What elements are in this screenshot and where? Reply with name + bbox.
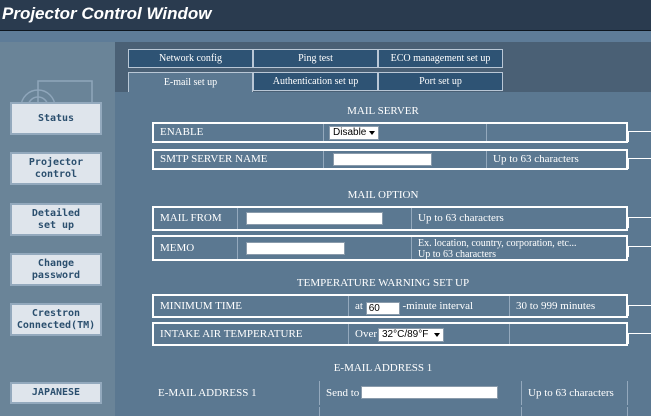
connector-line	[628, 246, 651, 257]
smtp-label: SMTP SERVER NAME	[154, 151, 324, 168]
email-address-1-note: Up to 63 characters	[522, 381, 628, 405]
intake-air-empty-cell	[510, 324, 626, 344]
memo-note: Ex. location, country, corporation, etc.…	[412, 237, 626, 260]
at-text: at	[355, 300, 363, 312]
enable-select[interactable]: Disable	[329, 126, 379, 140]
minimum-time-row: MINIMUM TIME at 60 -minute interval 30 t…	[152, 294, 628, 318]
mail-from-input[interactable]	[246, 212, 383, 225]
tab-ping-test[interactable]: Ping test	[253, 49, 378, 68]
memo-note-line-1: Ex. location, country, corporation, etc.…	[418, 238, 577, 249]
smtp-server-input[interactable]	[333, 153, 432, 166]
tab-authentication-setup[interactable]: Authentication set up	[253, 72, 378, 91]
intake-air-row: INTAKE AIR TEMPERATURE Over 32°C/89°F	[152, 322, 628, 346]
over-text: Over	[355, 328, 377, 340]
email-address-heading: E-MAIL ADDRESS 1	[333, 362, 433, 374]
row-cell	[522, 407, 628, 416]
enable-cell: Disable	[324, 124, 487, 141]
mail-from-input-cell	[238, 208, 412, 229]
email-address-1-label: E-MAIL ADDRESS 1	[152, 381, 320, 405]
mail-server-heading: MAIL SERVER	[347, 105, 419, 117]
connector-line	[628, 131, 651, 142]
tab-port-setup[interactable]: Port set up	[378, 72, 503, 91]
mail-from-label: MAIL FROM	[154, 208, 238, 229]
email-address-1-row: E-MAIL ADDRESS 1 Send to Up to 63 charac…	[152, 381, 628, 405]
temperature-heading: TEMPERATURE WARNING SET UP	[296, 277, 470, 289]
tab-network-config[interactable]: Network config	[128, 49, 253, 68]
chevron-down-icon	[434, 333, 440, 337]
tab-eco-management[interactable]: ECO management set up	[378, 49, 503, 68]
memo-input[interactable]	[246, 242, 345, 255]
mail-from-row: MAIL FROM Up to 63 characters	[152, 206, 628, 231]
memo-row: MEMO Ex. location, country, corporation,…	[152, 235, 628, 261]
minimum-time-note: 30 to 999 minutes	[516, 300, 596, 312]
minimum-time-cell: at 60 -minute interval	[349, 296, 510, 316]
memo-note-line-2: Up to 63 characters	[418, 249, 497, 260]
enable-label: ENABLE	[154, 124, 324, 141]
window-title: Projector Control Window	[2, 4, 212, 23]
interval-text: -minute interval	[402, 300, 474, 312]
title-bar: Projector Control Window	[0, 0, 651, 31]
sidebar-item-change-password[interactable]: Change password	[10, 253, 102, 286]
chevron-down-icon	[369, 131, 375, 135]
row-cell	[320, 407, 522, 416]
intake-air-select-value: 32°C/89°F	[382, 329, 429, 340]
memo-input-cell	[238, 237, 412, 259]
send-to-text: Send to	[326, 387, 360, 399]
connector-line	[628, 158, 651, 169]
sidebar-item-crestron[interactable]: Crestron Connected(TM)	[10, 303, 102, 336]
sidebar-item-japanese[interactable]: JAPANESE	[10, 382, 102, 404]
minimum-time-label: MINIMUM TIME	[154, 296, 349, 316]
smtp-input-cell	[324, 151, 487, 168]
sidebar-item-status[interactable]: Status	[10, 102, 102, 135]
tab-email-setup[interactable]: E-mail set up	[128, 72, 253, 93]
mail-option-heading: MAIL OPTION	[347, 189, 419, 201]
connector-line	[628, 217, 651, 228]
enable-select-value: Disable	[333, 127, 367, 138]
smtp-row: SMTP SERVER NAME Up to 63 characters	[152, 149, 628, 170]
sidebar-item-detailed-setup[interactable]: Detailed set up	[10, 203, 102, 236]
minimum-time-input[interactable]: 60	[365, 302, 400, 315]
header-band	[0, 31, 651, 42]
memo-label: MEMO	[154, 237, 238, 259]
email-address-1-input[interactable]	[361, 386, 498, 399]
connector-line	[628, 333, 651, 344]
intake-air-label: INTAKE AIR TEMPERATURE	[154, 324, 349, 344]
connector-line	[628, 305, 651, 316]
enable-empty-cell	[487, 124, 626, 141]
sidebar-item-projector-control[interactable]: Projector control	[10, 152, 102, 185]
intake-air-select[interactable]: 32°C/89°F	[378, 328, 444, 342]
enable-row: ENABLE Disable	[152, 122, 628, 143]
email-address-next-row	[152, 407, 628, 416]
row-cell	[152, 407, 320, 416]
smtp-note: Up to 63 characters	[493, 153, 579, 165]
mail-from-note: Up to 63 characters	[418, 212, 504, 224]
